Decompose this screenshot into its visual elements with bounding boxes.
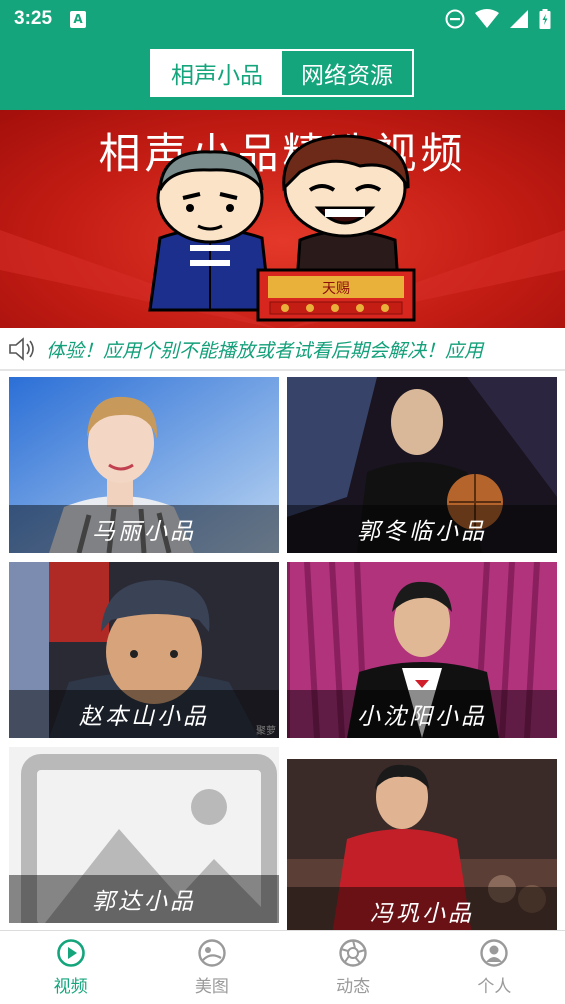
signal-icon [510, 10, 528, 28]
tab-crosstalk[interactable]: 相声小品 [152, 51, 282, 95]
video-card-guo-donglin[interactable]: 郭冬临小品 [287, 377, 557, 553]
aperture-icon [339, 939, 367, 967]
source-tab-switch: 相声小品 网络资源 [150, 49, 414, 97]
wifi-icon [475, 9, 499, 28]
top-app-bar: 相声小品 网络资源 [0, 38, 565, 110]
nav-pictures[interactable]: 美图 [141, 931, 282, 1004]
banner-cartoon-illustration: 天赐 [0, 134, 565, 328]
banner-box-text: 天赐 [322, 281, 350, 297]
video-card-label: 郭冬临小品 [287, 505, 557, 553]
nav-profile[interactable]: 个人 [424, 931, 565, 1004]
notification-a-icon: A [70, 10, 87, 28]
bottom-navigation: 视频 美图 动态 个人 [0, 930, 565, 1004]
battery-icon [539, 9, 551, 29]
video-card-label: 马丽小品 [9, 505, 279, 553]
tab-network-resources[interactable]: 网络资源 [282, 51, 412, 95]
nav-feed[interactable]: 动态 [283, 931, 424, 1004]
video-card-label: 赵本山小品 [9, 690, 279, 738]
video-grid: 马丽小品 郭冬临小品 聚萝 赵本山小品 小沈阳小品 郭达小品 冯巩小品 [0, 371, 565, 930]
speaker-icon [9, 337, 34, 361]
user-icon [480, 939, 509, 967]
status-icons [445, 9, 551, 29]
nav-feed-label: 动态 [336, 977, 371, 997]
video-card-guo-da[interactable]: 郭达小品 [9, 747, 279, 923]
do-not-disturb-icon [445, 9, 465, 29]
play-circle-icon [56, 939, 85, 967]
video-card-ma-li[interactable]: 马丽小品 [9, 377, 279, 553]
notice-text: 体验！应用个别不能播放或者试看后期会解决！应用 [46, 339, 484, 362]
video-card-xiao-shenyang[interactable]: 小沈阳小品 [287, 562, 557, 738]
image-icon [198, 939, 226, 967]
video-card-zhao-benshan[interactable]: 聚萝 赵本山小品 [9, 562, 279, 738]
nav-pictures-label: 美图 [194, 977, 229, 997]
video-card-feng-gong[interactable]: 冯巩小品 [287, 759, 557, 930]
nav-profile-label: 个人 [477, 977, 512, 997]
nav-video-label: 视频 [53, 977, 88, 997]
status-time: 3:25 [14, 8, 53, 29]
video-card-label: 冯巩小品 [287, 887, 557, 930]
status-bar: 3:25 A [0, 0, 565, 38]
promo-banner[interactable]: 相声小品精选视频 天赐 [0, 110, 565, 328]
notice-marquee: 体验！应用个别不能播放或者试看后期会解决！应用 [0, 328, 565, 370]
video-card-label: 郭达小品 [9, 875, 279, 923]
video-card-label: 小沈阳小品 [287, 690, 557, 738]
nav-video[interactable]: 视频 [0, 931, 141, 1004]
